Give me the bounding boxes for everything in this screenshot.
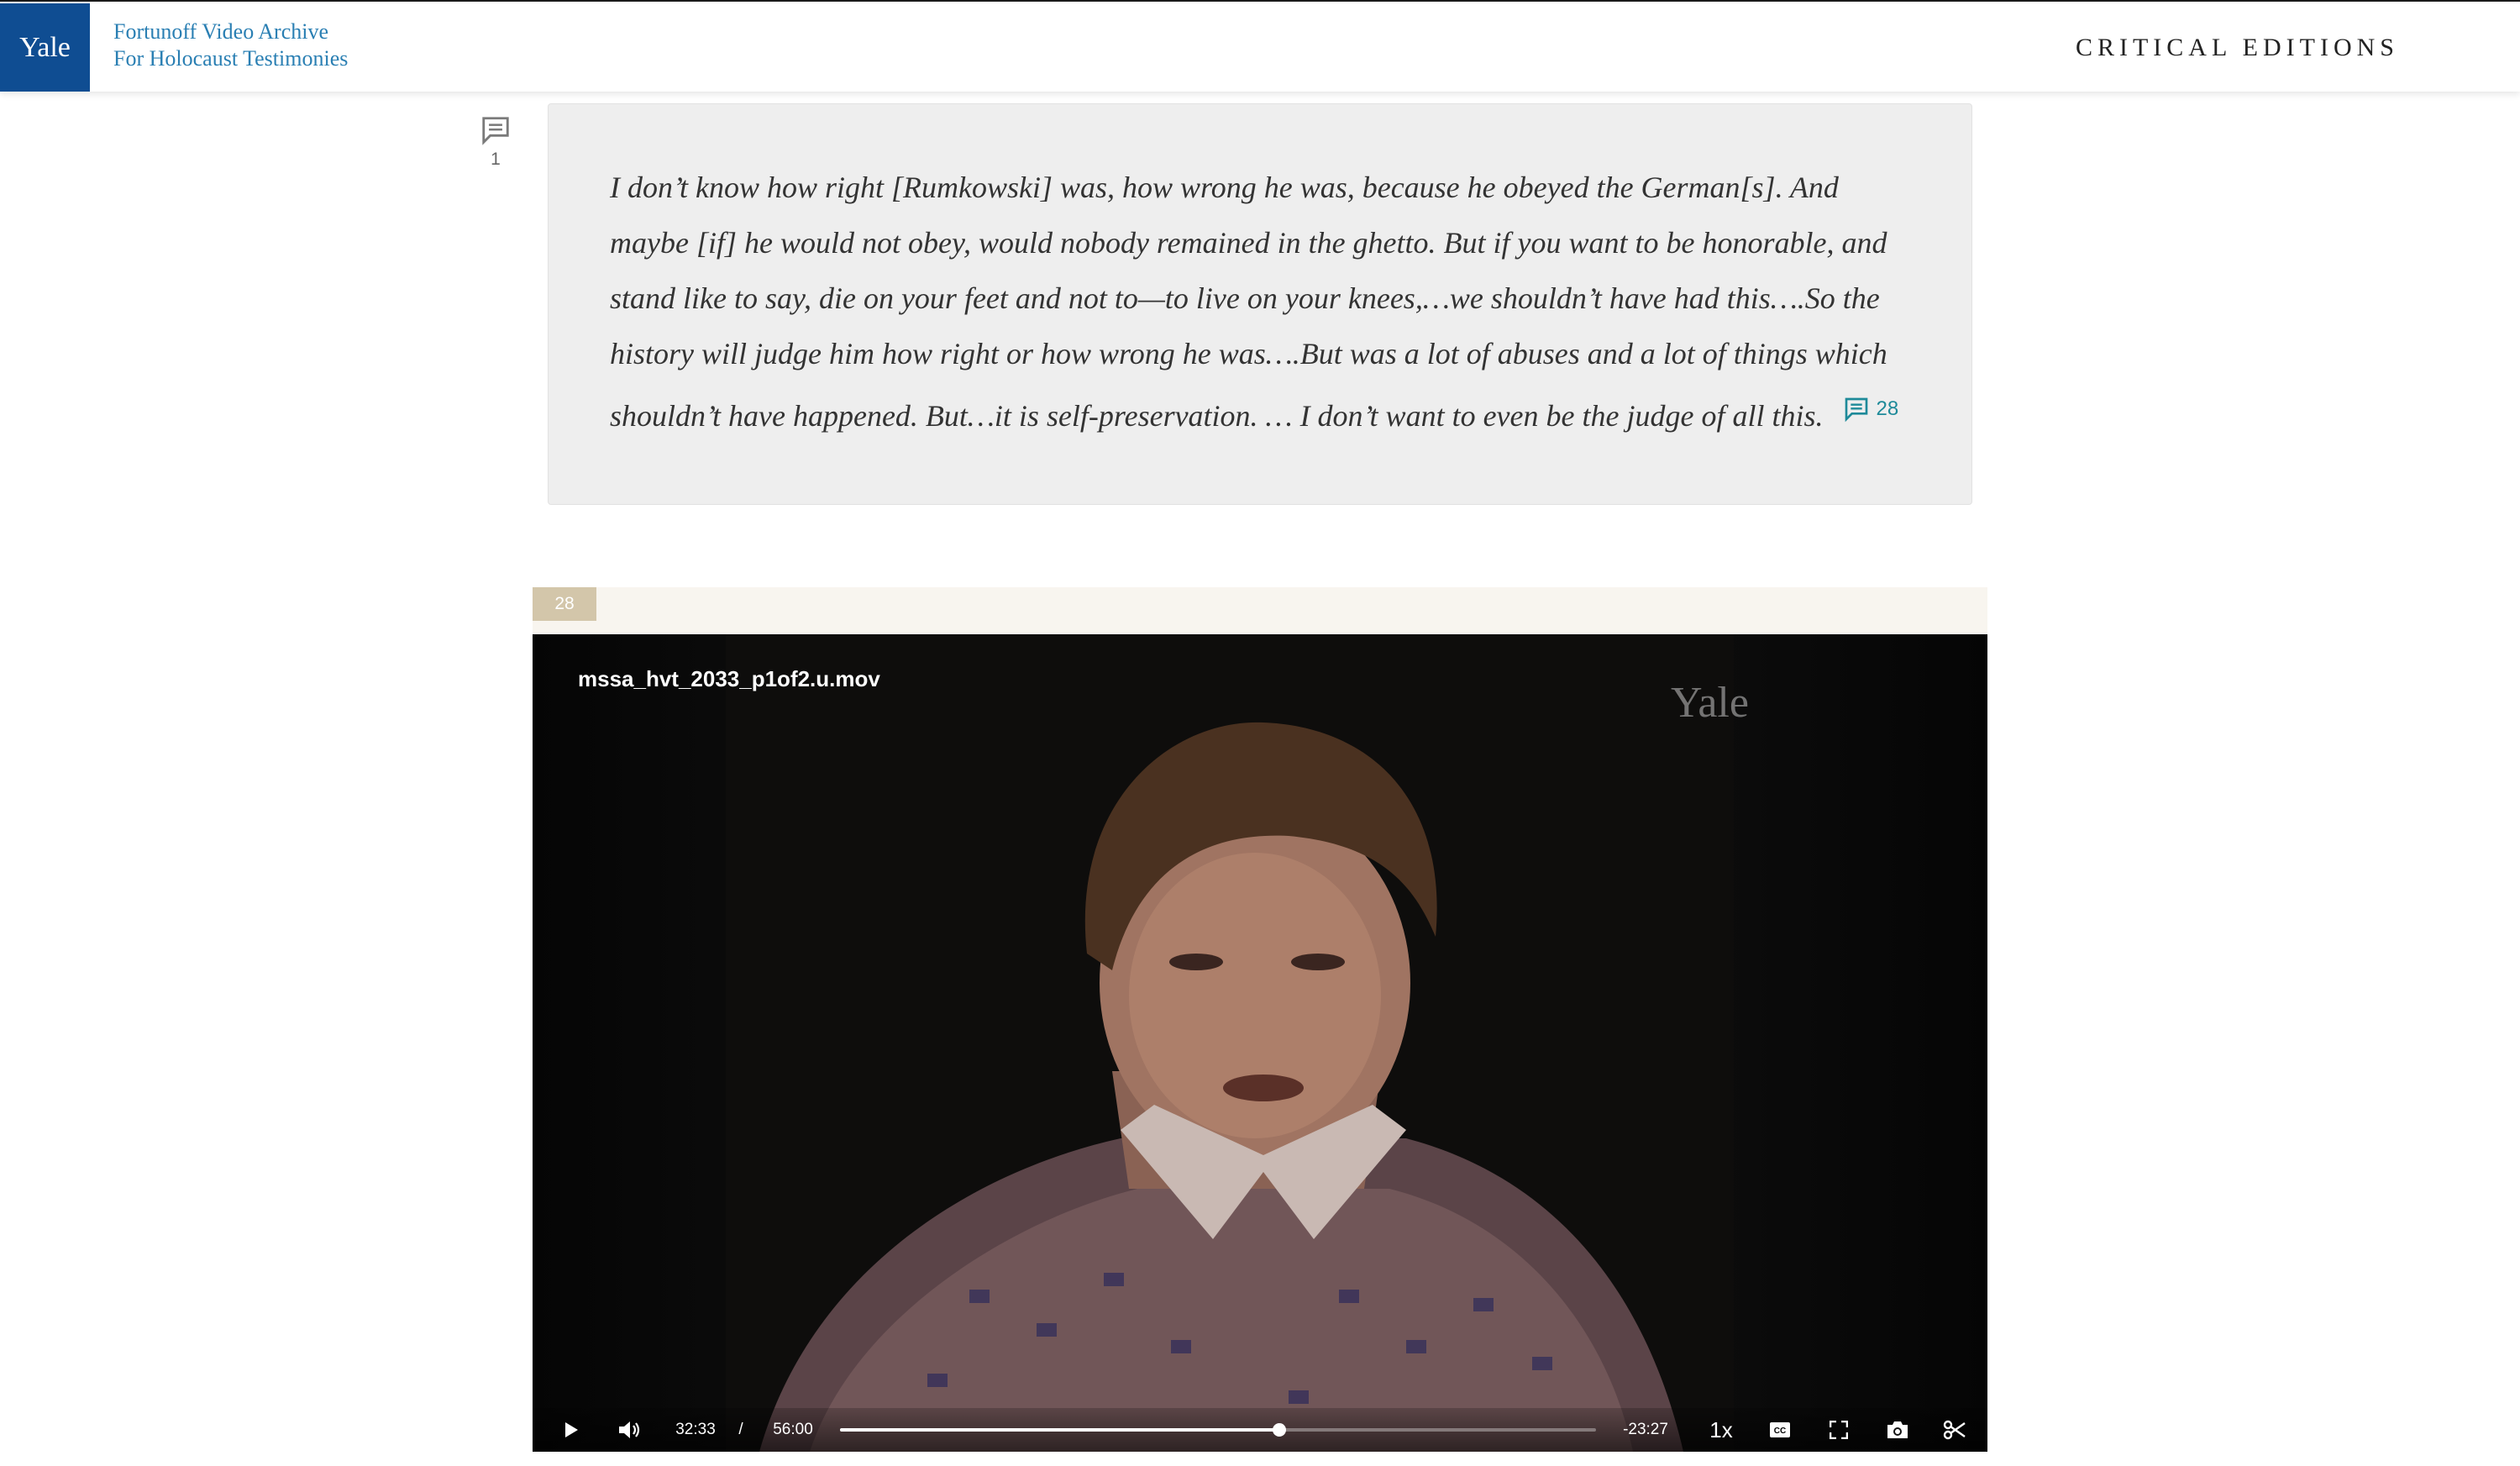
site-title[interactable]: CRITICAL EDITIONS — [2076, 34, 2399, 62]
video-watermark: Yale — [1671, 679, 1749, 727]
volume-icon — [619, 1421, 640, 1438]
duration: 56:00 — [773, 1421, 813, 1438]
clip-number-badge: 28 — [533, 587, 596, 621]
archive-name-line2: For Holocaust Testimonies — [113, 46, 349, 71]
comment-icon — [1845, 397, 1868, 423]
playback-speed-button[interactable]: 1x — [1700, 1408, 1742, 1452]
archive-name-link[interactable]: Fortunoff Video Archive For Holocaust Te… — [113, 18, 348, 72]
quote-text: I don’t know how right [Rumkowski] was, … — [610, 171, 1887, 433]
comment-count: 1 — [491, 150, 501, 169]
quote-paragraph: I don’t know how right [Rumkowski] was, … — [610, 160, 1911, 444]
clip-reference-link[interactable]: 28 — [1842, 381, 1898, 437]
play-icon — [565, 1422, 578, 1437]
fullscreen-icon — [1830, 1421, 1848, 1439]
progress-bar[interactable] — [840, 1423, 1596, 1437]
video-player[interactable]: mssa_hvt_2033_p1of2.u.mov Yale 32:33 / 5… — [533, 634, 1987, 1452]
svg-text:CC: CC — [1774, 1427, 1786, 1436]
site-header: Yale Fortunoff Video Archive For Holocau… — [0, 0, 2520, 92]
scissors-icon — [1943, 1420, 1966, 1440]
progress-played — [840, 1428, 1279, 1432]
video-still-image — [726, 634, 1734, 1452]
remaining-time: -23:27 — [1623, 1421, 1668, 1438]
blockquote: I don’t know how right [Rumkowski] was, … — [548, 103, 1972, 505]
video-filename: mssa_hvt_2033_p1of2.u.mov — [578, 666, 880, 691]
snapshot-button[interactable] — [1877, 1408, 1919, 1452]
yale-logo[interactable]: Yale — [0, 3, 90, 92]
clip-header: 28 — [533, 587, 1987, 634]
comment-icon — [482, 117, 509, 145]
clip-reference-number: 28 — [1876, 397, 1899, 420]
video-controls: 32:33 / 56:00 -23:27 1x CC — [533, 1408, 1987, 1452]
fullscreen-button[interactable] — [1818, 1408, 1860, 1452]
closed-captions-icon: CC — [1770, 1422, 1790, 1437]
captions-button[interactable]: CC — [1759, 1408, 1801, 1452]
volume-button[interactable] — [608, 1408, 650, 1452]
paragraph-comment-button[interactable]: 1 — [475, 114, 516, 170]
clip-button[interactable] — [1934, 1408, 1976, 1452]
current-time: 32:33 — [675, 1421, 716, 1438]
play-button[interactable] — [551, 1408, 591, 1452]
time-separator: / — [738, 1421, 743, 1438]
progress-handle[interactable] — [1272, 1423, 1286, 1437]
archive-name-line1: Fortunoff Video Archive — [113, 19, 329, 44]
camera-icon — [1887, 1421, 1908, 1438]
